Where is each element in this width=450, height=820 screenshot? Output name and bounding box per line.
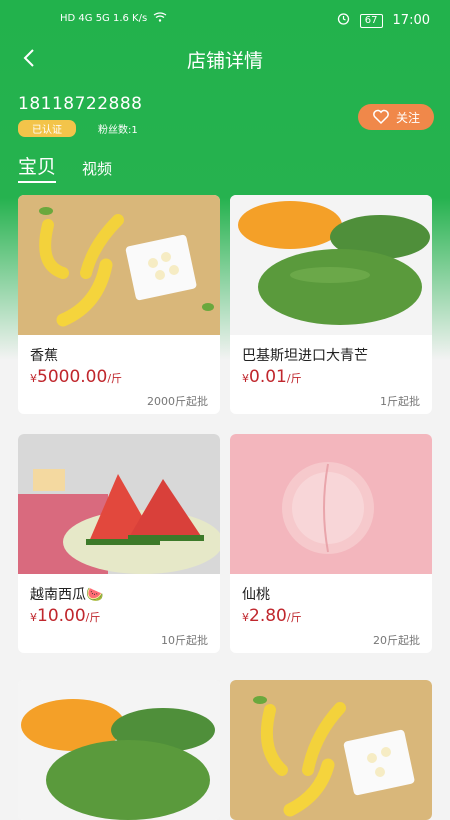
wifi-icon: [153, 12, 167, 25]
status-bar: HD 4G 5G 1.6 K/s 67 17:00: [0, 0, 450, 40]
product-name: 香蕉: [30, 348, 58, 364]
minimum-order: 10斤起批: [161, 634, 208, 647]
content-tabs: 宝贝 视频: [18, 152, 112, 183]
fans-count: 粉丝数:1: [98, 125, 138, 136]
product-image-mango: [18, 680, 220, 820]
product-card[interactable]: 仙桃 ¥2.80/斤 20斤起批: [230, 434, 432, 653]
alarm-icon: [337, 12, 350, 29]
tab-products[interactable]: 宝贝: [18, 152, 57, 183]
tab-videos[interactable]: 视频: [82, 158, 112, 183]
clock: 17:00: [392, 13, 430, 28]
follow-button[interactable]: 关注: [358, 104, 434, 130]
product-name: 仙桃: [242, 587, 270, 603]
product-image-banana: [230, 680, 432, 820]
page-title: 店铺详情: [186, 50, 263, 72]
shop-info: 18118722888 已认证 粉丝数:1: [18, 94, 142, 137]
product-image-banana: [18, 195, 220, 335]
product-image-watermelon: [18, 434, 220, 574]
product-card[interactable]: [230, 680, 432, 820]
product-price: ¥0.01/斤: [242, 367, 302, 387]
product-name: 越南西瓜🍉: [30, 587, 104, 603]
network-info: HD 4G 5G 1.6 K/s: [60, 13, 148, 24]
heart-icon: [373, 109, 389, 125]
minimum-order: 2000斤起批: [147, 395, 208, 408]
battery-indicator: 67: [359, 13, 383, 28]
verified-badge: 已认证: [18, 120, 76, 137]
product-name: 巴基斯坦进口大青芒: [242, 348, 368, 364]
product-price: ¥5000.00/斤: [30, 367, 123, 387]
product-card[interactable]: [18, 680, 220, 820]
product-image-mango: [230, 195, 432, 335]
product-price: ¥2.80/斤: [242, 606, 302, 626]
network-status: HD 4G 5G 1.6 K/s: [60, 12, 167, 25]
follow-label: 关注: [395, 110, 420, 125]
product-image-peach: [230, 434, 432, 574]
navigation-bar: 店铺详情: [0, 40, 450, 80]
minimum-order: 20斤起批: [373, 634, 420, 647]
product-price: ¥10.00/斤: [30, 606, 101, 626]
status-right: 67 17:00: [337, 12, 430, 29]
shop-name: 18118722888: [18, 94, 143, 114]
product-card[interactable]: 巴基斯坦进口大青芒 ¥0.01/斤 1斤起批: [230, 195, 432, 414]
product-card[interactable]: 越南西瓜🍉 ¥10.00/斤 10斤起批: [18, 434, 220, 653]
product-card[interactable]: 香蕉 ¥5000.00/斤 2000斤起批: [18, 195, 220, 414]
minimum-order: 1斤起批: [380, 395, 420, 408]
